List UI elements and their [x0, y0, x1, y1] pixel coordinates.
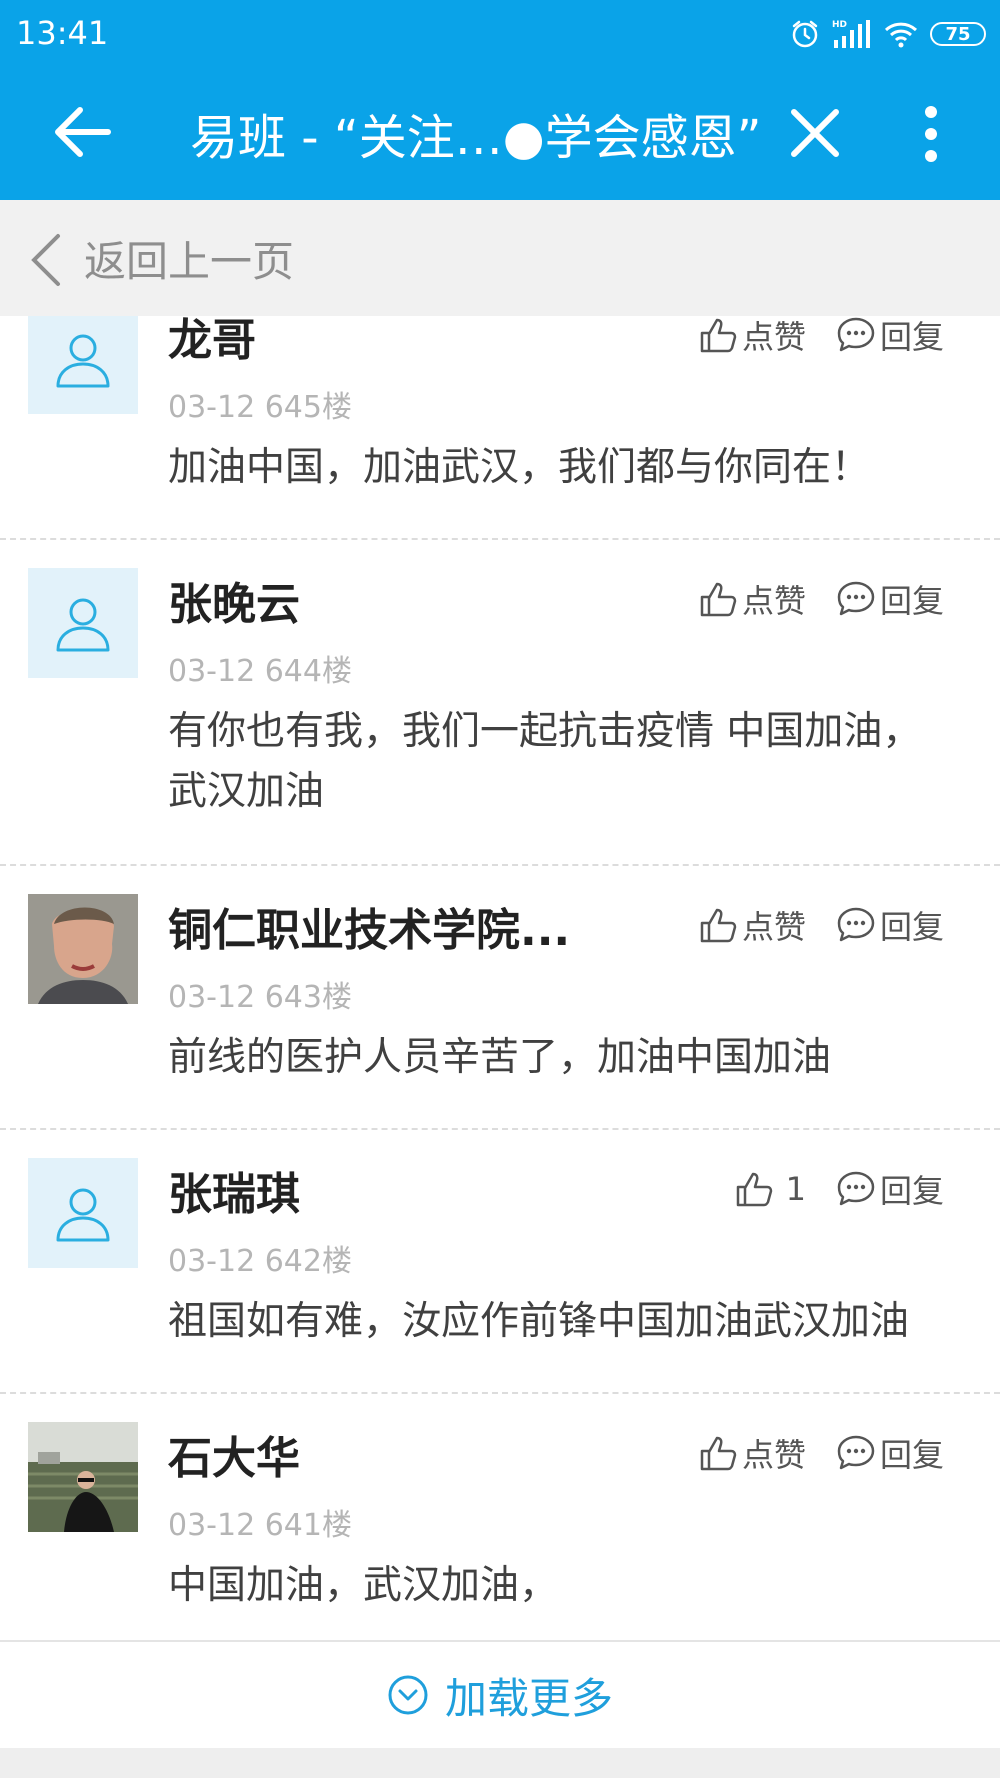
battery-indicator: 75 — [930, 22, 986, 46]
reply-label: 回复 — [879, 318, 944, 356]
status-time: 13:41 — [16, 14, 109, 52]
like-label: 点赞 — [741, 1436, 806, 1474]
like-label: 点赞 — [741, 908, 806, 946]
comment-username[interactable]: 石大华 — [168, 1422, 300, 1486]
more-options-icon[interactable] — [916, 104, 946, 164]
thumbs-up-icon — [700, 1436, 737, 1471]
reply-button[interactable]: 回复 — [836, 902, 944, 948]
reply-button[interactable]: 回复 — [836, 1430, 944, 1476]
load-more-label: 加载更多 — [444, 1673, 613, 1723]
close-icon[interactable] — [790, 108, 840, 158]
back-arrow-icon[interactable] — [52, 104, 112, 160]
like-button[interactable]: 点赞 — [698, 902, 806, 948]
comment-username[interactable]: 铜仁职业技术学院... — [168, 894, 568, 958]
comment-actions: 点赞 回复 — [698, 1430, 944, 1476]
load-more-button[interactable]: 加载更多 — [0, 1640, 1000, 1748]
chevron-down-circle-icon — [388, 1675, 428, 1715]
reply-bubble-icon — [837, 907, 875, 942]
svg-text:HD: HD — [832, 20, 847, 30]
reply-label: 回复 — [879, 1436, 944, 1474]
reply-bubble-icon — [837, 1435, 875, 1470]
comment-text: 中国加油，武汉加油， — [168, 1563, 559, 1608]
comment-actions: 点赞 回复 — [698, 902, 944, 948]
status-icons: HD 75 — [790, 14, 986, 54]
avatar[interactable] — [28, 316, 138, 414]
thumbs-up-icon — [700, 318, 737, 353]
comment-text: 加油中国，加油武汉，我们都与你同在！ — [168, 445, 871, 490]
comment-actions: 1 回复 — [734, 1166, 944, 1212]
comment-meta: 03-12 642楼 — [168, 1244, 352, 1279]
comment-meta: 03-12 644楼 — [168, 654, 352, 689]
like-label: 点赞 — [741, 582, 806, 620]
comment-username[interactable]: 龙哥 — [168, 316, 256, 368]
default-user-icon — [56, 1188, 110, 1242]
user-photo-avatar — [28, 1422, 138, 1532]
comment-meta: 03-12 641楼 — [168, 1508, 352, 1543]
return-label: 返回上一页 — [84, 237, 295, 286]
reply-bubble-icon — [837, 581, 875, 616]
comment-item: 铜仁职业技术学院... 点赞 回复 03-12 643楼 前线的医护人员辛苦了，… — [0, 866, 1000, 1130]
like-button[interactable]: 1 — [734, 1169, 806, 1209]
avatar[interactable] — [28, 1158, 138, 1268]
reply-label: 回复 — [879, 1172, 944, 1210]
signal-icon: HD — [832, 20, 870, 48]
thumbs-up-icon — [700, 582, 737, 617]
avatar[interactable] — [28, 1422, 138, 1532]
comment-text: 祖国如有难，汝应作前锋中国加油武汉加油 — [168, 1299, 910, 1344]
alarm-icon — [792, 20, 818, 48]
reply-button[interactable]: 回复 — [836, 316, 944, 358]
comment-text: 前线的医护人员辛苦了，加油中国加油 — [168, 1035, 832, 1080]
default-user-icon — [56, 598, 110, 652]
title-bar: 易班 - “关注…●学会感恩” — [0, 64, 1000, 200]
status-bar: 13:41 HD 75 — [0, 0, 1000, 64]
like-button[interactable]: 点赞 — [698, 1430, 806, 1476]
like-button[interactable]: 点赞 — [698, 316, 806, 358]
reply-button[interactable]: 回复 — [836, 1166, 944, 1212]
reply-label: 回复 — [879, 908, 944, 946]
comment-username[interactable]: 张瑞琪 — [168, 1158, 300, 1222]
reply-bubble-icon — [837, 317, 875, 352]
page-title: 易班 - “关注…●学会感恩” — [190, 110, 760, 166]
comment-item: 龙哥 点赞 回复 03-12 645楼 加油中国，加油武汉，我们都与你同在！ — [0, 316, 1000, 540]
wifi-icon — [884, 22, 918, 48]
comment-meta: 03-12 645楼 — [168, 390, 352, 425]
default-user-icon — [56, 334, 110, 388]
comment-item: 张瑞琪 1 回复 03-12 642楼 祖国如有难，汝应作前锋中国加油武汉加油 — [0, 1130, 1000, 1394]
like-label: 点赞 — [741, 318, 806, 356]
comment-actions: 点赞 回复 — [698, 316, 944, 358]
avatar[interactable] — [28, 568, 138, 678]
like-button[interactable]: 点赞 — [698, 576, 806, 622]
bottom-spacer — [0, 1748, 1000, 1778]
comment-actions: 点赞 回复 — [698, 576, 944, 622]
user-photo-avatar — [28, 894, 138, 1004]
like-count: 1 — [785, 1170, 806, 1208]
thumbs-up-icon — [736, 1172, 772, 1207]
thumbs-up-icon — [700, 908, 737, 943]
reply-label: 回复 — [879, 582, 944, 620]
comment-username[interactable]: 张晚云 — [168, 568, 300, 632]
comment-text: 有你也有我，我们一起抗击疫情 中国加油，武汉加油 — [168, 709, 922, 814]
return-bar[interactable]: 返回上一页 — [0, 200, 1000, 316]
reply-button[interactable]: 回复 — [836, 576, 944, 622]
comment-meta: 03-12 643楼 — [168, 980, 352, 1015]
comment-item: 石大华 点赞 回复 03-12 641楼 中国加油，武汉加油， — [0, 1394, 1000, 1640]
comment-list[interactable]: 龙哥 点赞 回复 03-12 645楼 加油中国，加油武汉，我们都与你同在！ 张… — [0, 316, 1000, 1640]
comment-item: 张晚云 点赞 回复 03-12 644楼 有你也有我，我们一起抗击疫情 中国加油… — [0, 540, 1000, 866]
reply-bubble-icon — [837, 1171, 875, 1206]
chevron-left-icon — [31, 234, 60, 286]
avatar[interactable] — [28, 894, 138, 1004]
